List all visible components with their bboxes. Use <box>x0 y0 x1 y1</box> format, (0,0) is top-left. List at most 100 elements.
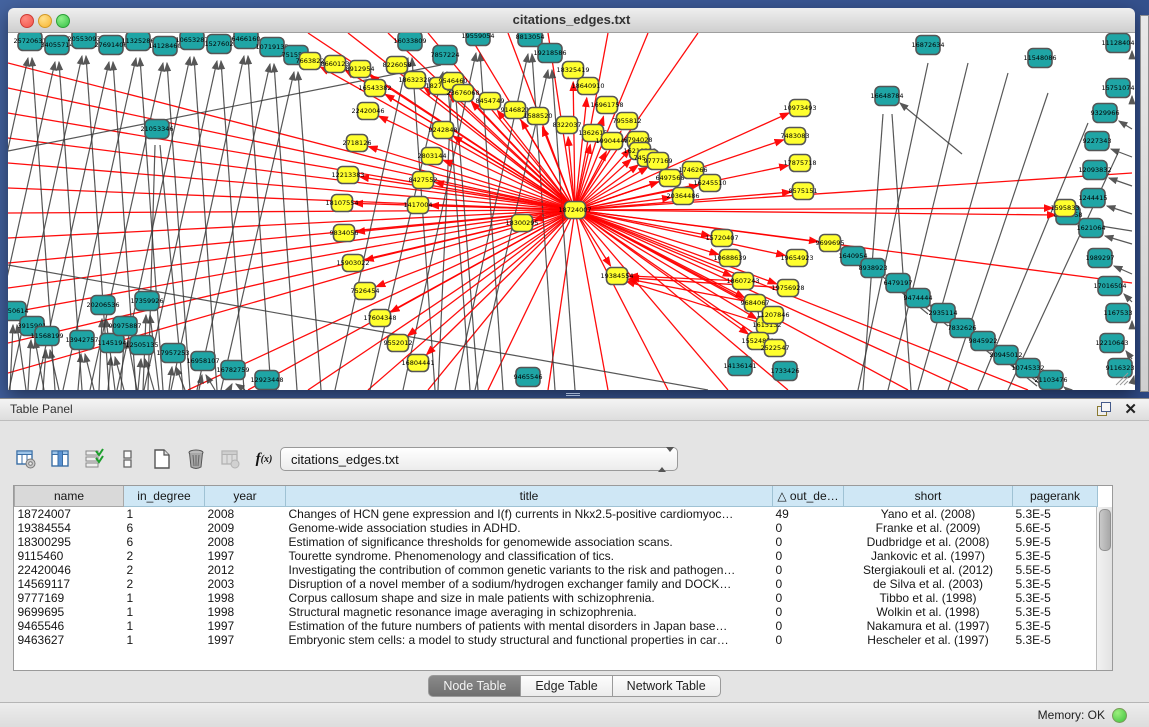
graph-node[interactable]: 9329966 <box>1091 104 1120 123</box>
table-row[interactable]: 1872400712008Changes of HCN gene express… <box>15 507 1098 522</box>
table-row[interactable]: 969969511998Structural magnetic resonanc… <box>15 605 1098 619</box>
graph-node[interactable]: 8575151 <box>789 183 818 200</box>
graph-node[interactable]: 11568199 <box>30 327 63 346</box>
column-header-year[interactable]: year <box>205 486 286 507</box>
network-window-titlebar[interactable]: citations_edges.txt <box>8 8 1135 33</box>
close-panel-icon[interactable]: ✕ <box>1124 400 1137 418</box>
column-header-name[interactable]: name <box>15 486 124 507</box>
graph-node[interactable]: 1244415 <box>1079 189 1108 208</box>
graph-node[interactable]: 21053346 <box>140 120 173 139</box>
graph-node[interactable]: 1595833 <box>1051 200 1080 217</box>
table-row[interactable]: 1830029562008Estimation of significance … <box>15 535 1098 549</box>
graph-node[interactable]: 1733426 <box>771 362 800 381</box>
graph-node[interactable]: 8427552 <box>409 172 438 189</box>
network-graph[interactable]: 2572063134055714205530932769140611325286… <box>8 33 1135 390</box>
graph-node[interactable]: 10688639 <box>713 250 746 267</box>
graph-node[interactable]: 7483083 <box>781 128 810 145</box>
graph-node[interactable]: 12923448 <box>250 371 283 390</box>
graph-node[interactable]: 1588520 <box>524 108 553 125</box>
graph-node[interactable]: 16782759 <box>216 361 249 380</box>
tab-network-table[interactable]: Network Table <box>613 675 721 697</box>
graph-node[interactable]: 8322037 <box>553 117 582 134</box>
graph-node[interactable]: 9242848 <box>429 122 458 139</box>
graph-node[interactable]: 13942757 <box>65 331 98 350</box>
graph-node[interactable]: 2718126 <box>343 135 372 152</box>
table-row[interactable]: 1938455462009Genome-wide association stu… <box>15 521 1098 535</box>
graph-node[interactable]: 9845922 <box>969 332 998 351</box>
select-columns-icon[interactable] <box>82 447 106 471</box>
tab-edge-table[interactable]: Edge Table <box>521 675 612 697</box>
network-window[interactable]: citations_edges.txt 25720631340557142055… <box>8 8 1135 390</box>
table-selector-dropdown[interactable]: citations_edges.txt <box>280 447 678 471</box>
graph-node[interactable]: 1145194 <box>98 334 127 353</box>
graph-node[interactable]: 9465546 <box>514 368 543 387</box>
tab-node-table[interactable]: Node Table <box>428 675 521 697</box>
graph-node[interactable]: 1417004 <box>404 197 433 214</box>
column-header-pagerank[interactable]: pagerank <box>1013 486 1098 507</box>
column-header-title[interactable]: title <box>286 486 773 507</box>
graph-node[interactable]: 8938923 <box>859 259 888 278</box>
graph-node[interactable]: 1167533 <box>1104 304 1133 323</box>
graph-node[interactable]: 18107554 <box>325 195 358 212</box>
show-column-icon[interactable] <box>48 447 72 471</box>
graph-node[interactable]: 18607243 <box>726 273 759 290</box>
graph-node[interactable]: 19654923 <box>780 250 813 267</box>
graph-node[interactable]: 11548086 <box>1023 49 1056 68</box>
new-file-icon[interactable] <box>150 447 174 471</box>
graph-node[interactable]: 9116323 <box>1106 359 1135 378</box>
graph-node[interactable]: 11128404 <box>1101 34 1134 53</box>
import-table-icon[interactable] <box>218 447 242 471</box>
table-row[interactable]: 946554611997Estimation of the future num… <box>15 619 1098 633</box>
network-canvas[interactable]: 2572063134055714205530932769140611325286… <box>8 33 1135 390</box>
column-header-short[interactable]: short <box>844 486 1013 507</box>
graph-node[interactable]: 9227343 <box>1083 132 1112 151</box>
graph-node[interactable]: 17957253 <box>156 344 189 363</box>
graph-node[interactable]: 19559054 <box>461 33 494 46</box>
graph-node[interactable]: 19218586 <box>533 44 566 63</box>
rows-icon[interactable] <box>116 447 140 471</box>
table-row[interactable]: 1456911722003Disruption of a novel membe… <box>15 577 1098 591</box>
graph-node[interactable]: 16648784 <box>870 87 903 106</box>
graph-node[interactable]: 1621064 <box>1077 219 1106 238</box>
graph-node[interactable]: 8226058 <box>383 57 412 74</box>
column-header-out_de[interactable]: △ out_de… <box>773 486 844 507</box>
column-header-in_degree[interactable]: in_degree <box>124 486 205 507</box>
graph-node[interactable]: 7526454 <box>351 283 380 300</box>
table-row[interactable]: 977716911998Corpus callosum shape and si… <box>15 591 1098 605</box>
graph-node[interactable]: 16543382 <box>358 80 391 97</box>
graph-node[interactable]: 2803144 <box>418 148 447 165</box>
resize-grip-icon[interactable] <box>1124 381 1128 385</box>
graph-node[interactable]: 16033809 <box>393 33 426 51</box>
graph-node[interactable]: 9834056 <box>330 225 359 242</box>
function-icon[interactable]: f(x) <box>252 447 276 471</box>
graph-node[interactable]: 8912954 <box>346 61 375 78</box>
float-window-icon[interactable] <box>1097 402 1111 416</box>
table-settings-icon[interactable] <box>14 447 38 471</box>
graph-node[interactable]: 18325419 <box>556 62 589 79</box>
graph-node[interactable]: 15751074 <box>1101 79 1134 98</box>
graph-node[interactable]: 1989297 <box>1086 249 1115 268</box>
graph-node[interactable]: 9474444 <box>904 289 933 308</box>
table-scrollbar-thumb[interactable] <box>1099 509 1111 551</box>
graph-node[interactable]: 17359926 <box>130 292 163 311</box>
graph-node[interactable]: 14136141 <box>723 357 756 376</box>
graph-node[interactable]: 21103476 <box>1034 371 1067 390</box>
graph-node[interactable]: 20206536 <box>86 296 119 315</box>
graph-node[interactable]: 17875718 <box>783 155 816 172</box>
graph-node[interactable]: 9777169 <box>644 153 673 170</box>
graph-node[interactable]: 12210643 <box>1095 334 1128 353</box>
table-row[interactable]: 946362711997Embryonic stem cells: a mode… <box>15 633 1098 647</box>
panel-splitter-handle[interactable] <box>566 392 580 397</box>
graph-node[interactable]: 7857224 <box>431 46 460 65</box>
graph-node[interactable]: 16872634 <box>911 36 944 55</box>
graph-node[interactable]: 16958107 <box>186 352 219 371</box>
graph-node[interactable]: 2522547 <box>761 340 790 357</box>
graph-node[interactable]: 19756928 <box>771 280 804 297</box>
graph-node[interactable]: 1527602 <box>205 35 234 54</box>
graph-node[interactable]: 17016504 <box>1093 277 1126 296</box>
graph-node[interactable]: 9552012 <box>384 335 413 352</box>
graph-node[interactable]: 9699695 <box>816 235 845 252</box>
table-scrollbar[interactable] <box>1096 507 1112 670</box>
graph-node[interactable]: 90975887 <box>108 317 141 336</box>
table-row[interactable]: 911546021997Tourette syndrome. Phenomeno… <box>15 549 1098 563</box>
